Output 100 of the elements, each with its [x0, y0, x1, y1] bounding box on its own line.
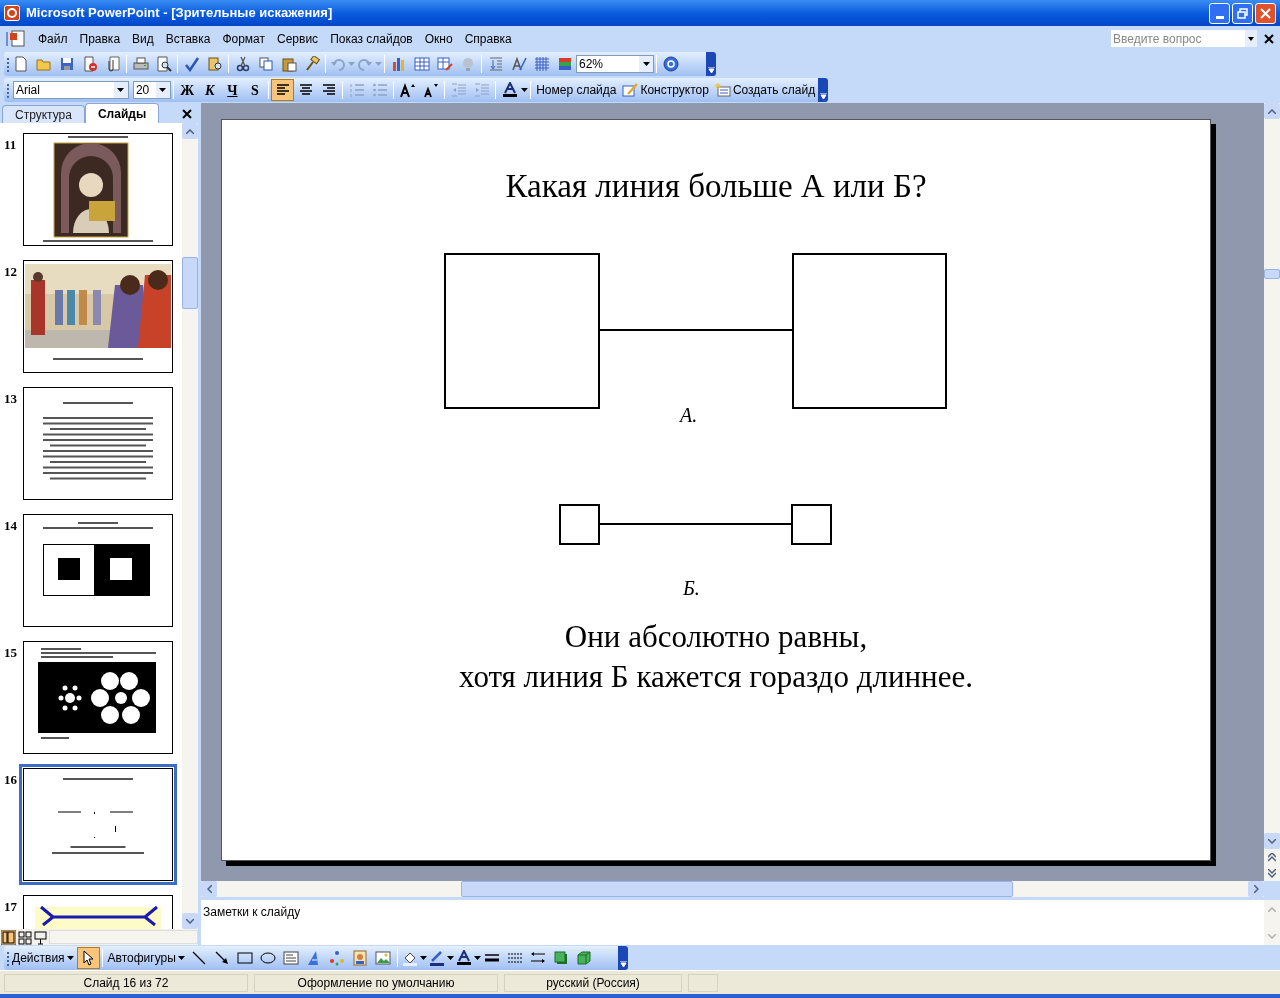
toolbar-command[interactable]: Конструктор: [640, 81, 709, 99]
font-size-dropdown[interactable]: 20: [132, 81, 171, 99]
scroll-up-icon[interactable]: [186, 128, 194, 134]
decrease-font-icon[interactable]: [422, 82, 439, 98]
increase-font-icon[interactable]: [399, 82, 416, 98]
font-dropdown[interactable]: Arial: [12, 81, 129, 99]
image-icon[interactable]: [375, 949, 392, 966]
slide-show-icon[interactable]: [33, 929, 48, 945]
slide-thumbnail[interactable]: [23, 260, 173, 373]
normal-view-icon[interactable]: [1, 929, 16, 945]
arrow-style-icon[interactable]: [530, 949, 547, 966]
grid-icon[interactable]: [533, 56, 550, 72]
menu-item[interactable]: Справка: [458, 27, 518, 50]
format-painter-icon[interactable]: [303, 56, 320, 72]
save-icon[interactable]: [58, 56, 75, 72]
vertical-scrollbar[interactable]: [182, 123, 198, 929]
slide-sorter-icon[interactable]: [17, 929, 32, 945]
caret-icon[interactable]: [159, 88, 167, 92]
format-button[interactable]: Ч: [221, 79, 244, 101]
arrow-icon[interactable]: [214, 949, 231, 966]
chart-icon[interactable]: [390, 56, 407, 72]
font-color-icon[interactable]: [501, 82, 518, 98]
spelling-icon[interactable]: [183, 56, 200, 72]
cut-icon[interactable]: [234, 56, 251, 72]
horizontal-scrollbar[interactable]: [49, 930, 198, 944]
pointer-button[interactable]: [76, 946, 100, 969]
toolbar-options-icon[interactable]: [619, 960, 627, 967]
diagram-icon[interactable]: [329, 949, 346, 966]
oval-icon[interactable]: [260, 949, 277, 966]
minimize-button[interactable]: [1209, 2, 1230, 24]
table-icon[interactable]: [413, 56, 430, 72]
clip-art-icon[interactable]: [352, 949, 369, 966]
toolbar-options-icon[interactable]: [707, 67, 715, 73]
help-icon[interactable]: [662, 56, 679, 72]
caret-icon[interactable]: [177, 955, 185, 960]
menu-item[interactable]: Окно: [418, 27, 459, 50]
scroll-right-icon[interactable]: [1253, 885, 1259, 893]
copy-icon[interactable]: [257, 56, 274, 72]
scroll-left-icon[interactable]: [206, 885, 212, 893]
menu-item[interactable]: Правка: [73, 27, 127, 50]
vertical-scrollbar[interactable]: [1264, 103, 1280, 881]
print-preview-icon[interactable]: [155, 56, 172, 72]
font-color-icon[interactable]: [455, 949, 472, 966]
align-button[interactable]: [271, 79, 295, 101]
format-button[interactable]: Ж: [175, 79, 199, 101]
shadow-icon[interactable]: [553, 949, 570, 966]
menu-item[interactable]: Сервис: [271, 27, 325, 50]
actions-menu[interactable]: Действия: [12, 948, 65, 967]
zoom-dropdown[interactable]: 62%: [576, 55, 654, 73]
formatting-marks-icon[interactable]: [510, 56, 527, 72]
scroll-thumb[interactable]: [182, 257, 198, 309]
rectangle-icon[interactable]: [237, 949, 254, 966]
next-slide-icon[interactable]: [1268, 868, 1276, 878]
scroll-down-icon[interactable]: [1268, 838, 1276, 844]
tables-borders-icon[interactable]: [436, 56, 453, 72]
toolbar-command[interactable]: Создать слайд: [732, 81, 816, 99]
slide-thumbnail[interactable]: [23, 387, 173, 500]
permission-icon[interactable]: [81, 56, 98, 72]
menu-item[interactable]: Формат: [216, 27, 272, 50]
scroll-thumb[interactable]: [461, 881, 1013, 897]
slide-thumbnail[interactable]: [23, 133, 173, 246]
expand-icon[interactable]: [487, 56, 504, 72]
caret-icon[interactable]: [446, 955, 454, 960]
notes-field[interactable]: Заметки к слайду: [201, 900, 1264, 945]
caret-icon[interactable]: [66, 955, 74, 960]
color-grayscale-icon[interactable]: [556, 56, 573, 72]
close-icon[interactable]: [182, 109, 192, 119]
pane-tab[interactable]: Структура: [2, 105, 85, 123]
toolbar-options-icon[interactable]: [819, 93, 827, 99]
format-button[interactable]: S: [243, 79, 267, 101]
scroll-down-icon[interactable]: [186, 918, 194, 924]
new-document-icon[interactable]: [12, 56, 29, 72]
research-icon[interactable]: [206, 56, 223, 72]
scroll-thumb[interactable]: [1264, 269, 1280, 279]
designer-icon[interactable]: [622, 82, 639, 98]
menu-item[interactable]: Показ слайдов: [324, 27, 419, 50]
toolbar-command[interactable]: Номер слайда: [536, 81, 617, 99]
print-icon[interactable]: [132, 56, 149, 72]
close-icon[interactable]: [1264, 33, 1274, 44]
3d-icon[interactable]: [576, 949, 593, 966]
caret-icon[interactable]: [473, 955, 481, 960]
slide-thumbnail[interactable]: [23, 514, 173, 627]
horizontal-scrollbar[interactable]: [201, 881, 1264, 897]
line-icon[interactable]: [191, 949, 208, 966]
caret-icon[interactable]: [117, 88, 125, 92]
close-button[interactable]: [1255, 2, 1276, 24]
new-slide-icon[interactable]: [714, 82, 731, 98]
previous-slide-icon[interactable]: [1268, 852, 1276, 862]
toolbar-grip-icon[interactable]: [6, 949, 9, 966]
menu-item[interactable]: Вставка: [159, 27, 217, 50]
menu-item[interactable]: Файл: [32, 27, 74, 50]
format-button[interactable]: К: [198, 79, 222, 101]
toolbar-grip-icon[interactable]: [6, 56, 9, 72]
text-box-icon[interactable]: [283, 949, 300, 966]
toolbar-grip-icon[interactable]: [6, 82, 9, 98]
document-icon[interactable]: [6, 29, 28, 48]
caret-icon[interactable]: [521, 88, 529, 92]
paste-icon[interactable]: [280, 56, 297, 72]
line-color-icon[interactable]: [428, 949, 445, 966]
slide-thumbnail[interactable]: [23, 641, 173, 754]
